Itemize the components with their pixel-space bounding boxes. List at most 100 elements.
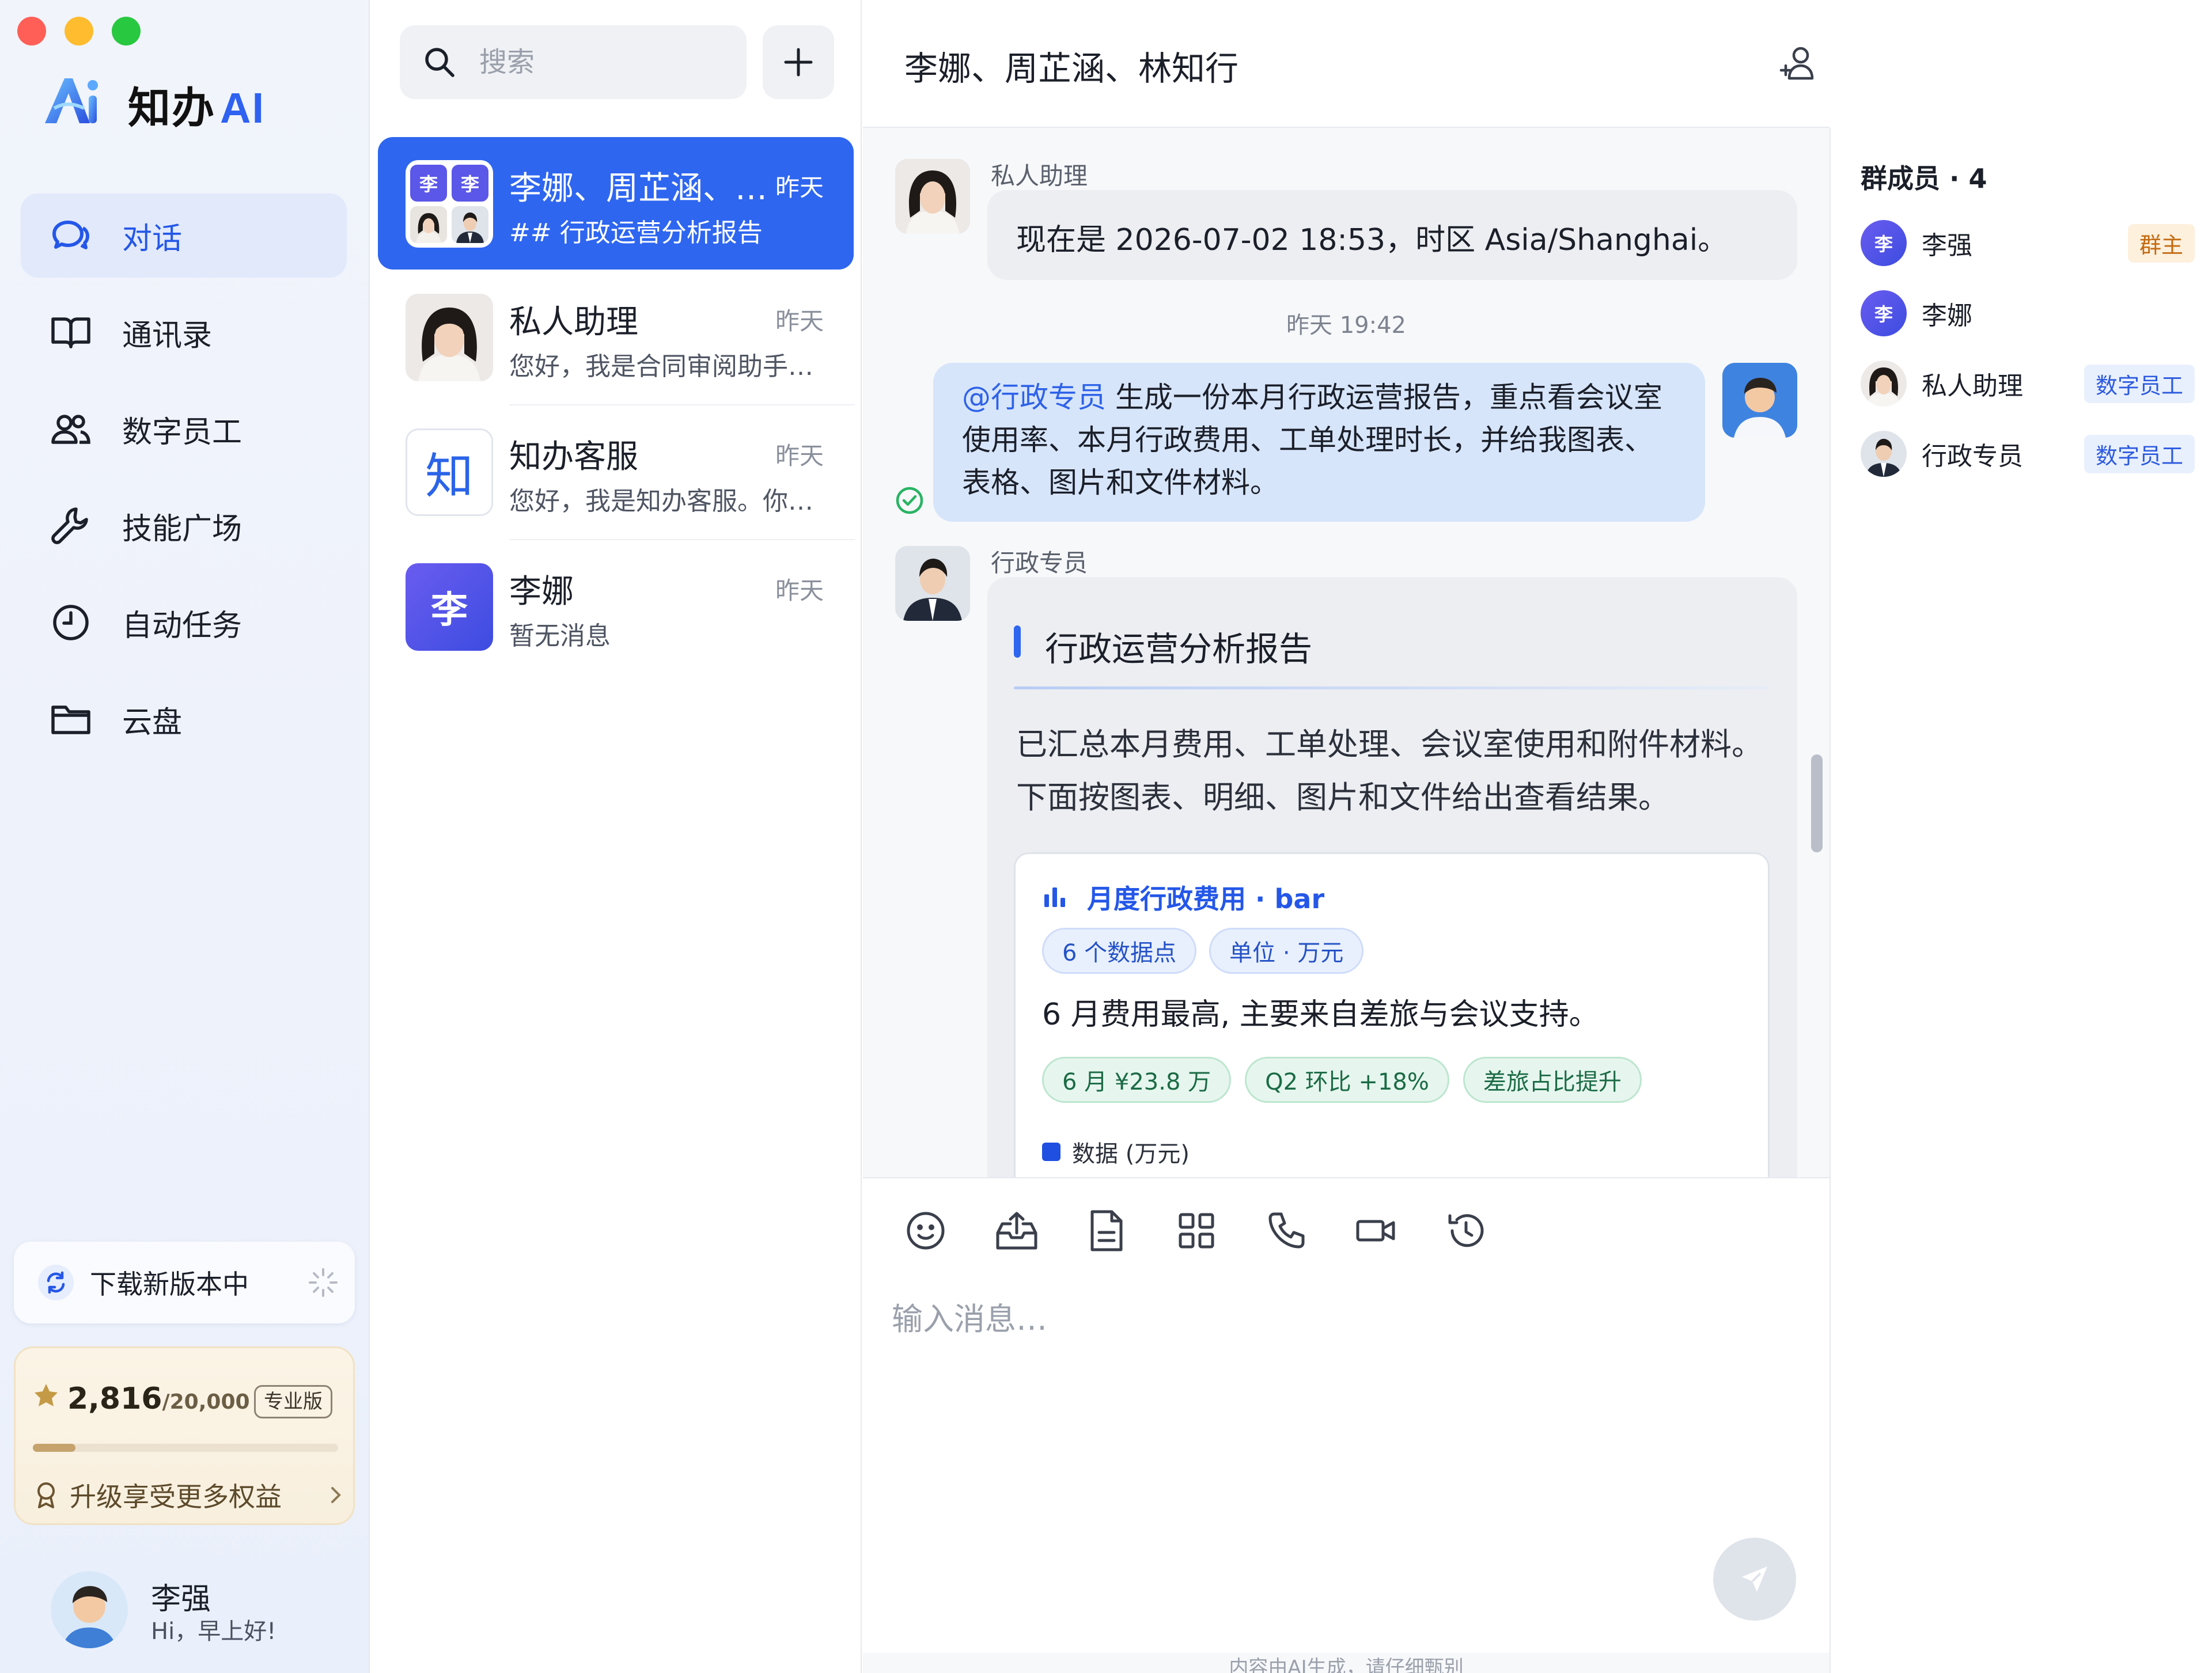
bar-chart-icon: [1042, 882, 1070, 909]
search-box[interactable]: [400, 25, 747, 99]
conversation-name: 知办客服: [509, 438, 638, 476]
member-initial: 李: [452, 165, 488, 202]
nav-item-chat[interactable]: 对话: [21, 194, 347, 278]
group-avatar: 李 李: [406, 160, 493, 248]
assistant-avatar: [406, 294, 493, 381]
history-icon[interactable]: [1440, 1205, 1492, 1257]
admin-avatar: [895, 546, 970, 621]
conversation-preview: ## 行政运营分析报告: [509, 218, 763, 248]
phone-icon[interactable]: [1260, 1205, 1312, 1257]
nav-item-contacts[interactable]: 通讯录: [21, 290, 347, 374]
star-icon: [33, 1382, 59, 1409]
nav-item-digital-staff[interactable]: 数字员工: [21, 387, 347, 471]
member-row[interactable]: 李 李娜: [1861, 284, 2195, 342]
download-status-card[interactable]: 下载新版本中: [14, 1242, 355, 1323]
member-row[interactable]: 私人助理 数字员工: [1861, 355, 2195, 412]
upload-icon[interactable]: [991, 1205, 1043, 1257]
plan-badge: 专业版: [254, 1385, 332, 1418]
message-sender: 私人助理: [991, 162, 1088, 190]
nav-item-cloud-drive[interactable]: 云盘: [21, 677, 347, 761]
ai-disclaimer: 内容由AI生成，请仔细甄别: [1229, 1656, 1464, 1673]
unit-pill: 单位 · 万元: [1209, 928, 1364, 974]
members-title: 群成员 · 4: [1861, 163, 1987, 194]
ribbon-award-icon: [33, 1481, 59, 1509]
message-line: 表格、图片和文件材料。: [962, 466, 1279, 499]
close-window-button[interactable]: [17, 17, 46, 45]
folder-icon: [50, 698, 92, 741]
chart-legend: 数据 (万元): [1042, 1135, 1190, 1169]
document-icon[interactable]: [1081, 1205, 1132, 1257]
member-row[interactable]: 行政专员 数字员工: [1861, 425, 2195, 483]
chart-meta: 6 个数据点 单位 · 万元: [1042, 928, 1364, 974]
message-line: 使用率、本月行政费用、工单处理时长，并给我图表、: [962, 423, 1653, 457]
member-avatar: [1861, 361, 1907, 407]
nav-item-label: 数字员工: [122, 415, 243, 450]
member-avatar: 李: [1861, 220, 1907, 266]
send-button[interactable]: [1713, 1538, 1796, 1621]
emoji-icon[interactable]: [900, 1205, 952, 1257]
grid-icon[interactable]: [1171, 1205, 1222, 1257]
message-input[interactable]: [892, 1293, 1756, 1581]
message-text: 现在是 2026-07-02 18:53，时区 Asia/Shanghai。: [1016, 223, 1728, 257]
upgrade-link[interactable]: 升级享受更多权益: [33, 1476, 344, 1514]
new-chat-button[interactable]: [763, 25, 834, 99]
app-name-text: 知办: [128, 84, 215, 133]
zoom-window-button[interactable]: [112, 17, 141, 45]
chat-panel: 私人助理 现在是 2026-07-02 18:53，时区 Asia/Shangh…: [863, 0, 1830, 1673]
video-icon[interactable]: [1350, 1205, 1402, 1257]
member-row[interactable]: 李 李强 群主: [1861, 214, 2195, 272]
download-status-text: 下载新版本中: [90, 1269, 249, 1300]
plan-card: 2,816 /20,000 专业版 升级享受更多权益: [14, 1346, 355, 1525]
member-name: 行政专员: [1922, 442, 2023, 471]
conversation-time: 昨天: [775, 442, 824, 470]
member-name: 私人助理: [1922, 371, 2023, 401]
conversation-item-assistant[interactable]: 私人助理 昨天 您好，我是合同审阅助手…: [378, 271, 854, 403]
title-underline: [1014, 686, 1770, 689]
nav-item-skills[interactable]: 技能广场: [21, 484, 347, 568]
highlight-pill: 差旅占比提升: [1463, 1057, 1642, 1103]
chat-bubbles-icon: [50, 214, 92, 257]
legend-swatch: [1042, 1143, 1060, 1161]
conversation-time: 昨天: [775, 173, 824, 202]
search-icon: [423, 45, 456, 79]
search-input[interactable]: [479, 46, 721, 78]
report-paragraph: 已汇总本月费用、工单处理、会议室使用和附件材料。: [1016, 726, 1763, 762]
sync-icon: [37, 1264, 75, 1302]
chart-card[interactable]: 月度行政费用 · bar 6 个数据点 单位 · 万元 6 月费用最高, 主要来…: [1014, 852, 1770, 1177]
conversation-item-lina[interactable]: 李 李娜 昨天 暂无消息: [378, 540, 854, 673]
app-logo-icon: [39, 68, 106, 135]
nav-item-label: 技能广场: [122, 511, 243, 547]
assistant-avatar: [895, 159, 970, 234]
conversation-time: 昨天: [775, 576, 824, 605]
message-scrollbar[interactable]: [1811, 754, 1823, 852]
conversation-item-support[interactable]: 知 知办客服 昨天 您好，我是知办客服。你…: [378, 405, 854, 538]
conversation-preview: 您好，我是知办客服。你…: [509, 487, 813, 516]
user-name: 李强: [151, 1582, 211, 1617]
mention-link[interactable]: @行政专员: [962, 381, 1106, 414]
plus-icon: [782, 46, 815, 78]
member-name: 李强: [1922, 231, 1972, 260]
minimize-window-button[interactable]: [65, 17, 93, 45]
member-photo: [410, 206, 447, 243]
members-panel: 群成员 · 4 李 李强 群主 李 李娜 私人助理 数字员工 行政专员 数字员工: [1830, 128, 2212, 1673]
outgoing-message-bubble: @行政专员 生成一份本月行政运营报告，重点看会议室 使用率、本月行政费用、工单处…: [933, 363, 1705, 522]
clock-icon: [50, 601, 92, 644]
book-icon: [50, 311, 92, 354]
user-avatar[interactable]: [51, 1571, 128, 1648]
conversation-name: 私人助理: [509, 304, 638, 341]
add-member-icon[interactable]: [1779, 44, 1817, 82]
nav-item-auto-tasks[interactable]: 自动任务: [21, 581, 347, 665]
owner-badge: 群主: [2127, 223, 2195, 263]
user-greeting: Hi，早上好!: [151, 1618, 276, 1645]
conversation-list: 李 李 李娜、周芷涵、… 昨天 ## 行政运营分析报告 私人助理 昨天 您好，我…: [371, 0, 862, 1673]
conversation-name: 李娜: [509, 573, 574, 610]
chevron-right-icon: [328, 1484, 344, 1507]
nav-item-label: 自动任务: [122, 608, 243, 643]
loading-spinner-icon: [308, 1267, 339, 1298]
member-initial: 李: [410, 165, 447, 202]
report-paragraph: 下面按图表、明细、图片和文件给出查看结果。: [1016, 779, 1669, 815]
nav-item-label: 通讯录: [122, 318, 213, 353]
conversation-item-group[interactable]: 李 李 李娜、周芷涵、… 昨天 ## 行政运营分析报告: [378, 137, 854, 270]
conversation-name: 李娜、周芷涵、…: [509, 170, 767, 207]
message-list[interactable]: 私人助理 现在是 2026-07-02 18:53，时区 Asia/Shangh…: [863, 128, 1830, 1177]
